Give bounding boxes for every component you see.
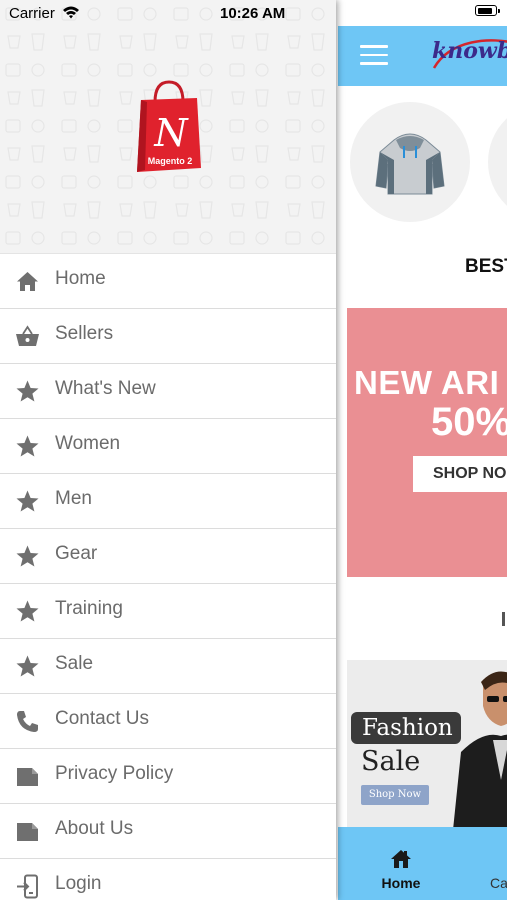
star-icon <box>16 655 39 677</box>
menu-item-label: Women <box>55 433 121 454</box>
menu-item-label: Sellers <box>55 323 114 344</box>
menu-item-label: Login <box>55 873 102 894</box>
top-app-bar: knowb <box>338 26 507 86</box>
category-item-hoodie[interactable] <box>350 102 470 222</box>
menu-item-contact-us[interactable]: Contact Us <box>0 694 336 749</box>
phone-icon <box>17 711 38 732</box>
category-item-2[interactable] <box>488 102 507 222</box>
sale-title: Sale <box>361 746 421 777</box>
promo-discount: 50% <box>431 400 507 444</box>
fashion-tag: Fashion <box>351 712 461 744</box>
home-tab-icon[interactable] <box>389 847 413 871</box>
shopping-bag-logo: N Magento 2 <box>137 80 201 172</box>
menu-item-sale[interactable]: Sale <box>0 639 336 694</box>
menu-item-home[interactable]: Home <box>0 253 336 309</box>
menu-item-label: Sale <box>55 653 94 674</box>
menu-item-label: About Us <box>55 818 134 839</box>
carrier-label: Carrier <box>9 5 55 22</box>
menu-item-label: Men <box>55 488 92 509</box>
menu-item-login[interactable]: Login <box>0 859 336 900</box>
menu-item-privacy-policy[interactable]: Privacy Policy <box>0 749 336 804</box>
menu-item-men[interactable]: Men <box>0 474 336 529</box>
star-icon <box>16 600 39 622</box>
menu-item-gear[interactable]: Gear <box>0 529 336 584</box>
section-title: BEST <box>465 256 507 277</box>
menu-item-label: What's New <box>55 378 156 399</box>
menu-item-what-s-new[interactable]: What's New <box>0 364 336 419</box>
divider <box>502 612 505 626</box>
menu-item-label: Training <box>55 598 123 619</box>
home-icon <box>17 272 38 291</box>
page-icon <box>17 768 38 786</box>
model-image <box>453 671 507 830</box>
menu-item-training[interactable]: Training <box>0 584 336 639</box>
promo-headline: NEW ARI <box>354 364 500 401</box>
drawer-menu: Home Sellers What's New Women Men Gear Trainin… <box>0 253 336 900</box>
battery-indicator <box>475 5 500 16</box>
logo-letter: N <box>153 111 189 155</box>
star-icon <box>16 380 39 402</box>
bottom-tab-bar: Home Ca <box>338 827 507 900</box>
hamburger-menu-button[interactable] <box>360 45 388 67</box>
battery-icon <box>475 5 500 16</box>
brand-logo[interactable]: knowb <box>432 38 507 74</box>
logo-caption: Magento 2 <box>148 156 193 166</box>
menu-item-sellers[interactable]: Sellers <box>0 309 336 364</box>
tab-category[interactable]: Ca <box>490 875 507 891</box>
shop-now-button[interactable]: SHOP NO <box>413 456 507 492</box>
menu-item-label: Contact Us <box>55 708 149 729</box>
star-icon <box>16 435 39 457</box>
navigation-drawer: Carrier 10:26 AM N Magento 2 Home Sellers… <box>0 0 336 900</box>
menu-item-label: Gear <box>55 543 98 564</box>
star-icon <box>16 545 39 567</box>
wifi-icon <box>63 6 79 19</box>
menu-item-women[interactable]: Women <box>0 419 336 474</box>
fashion-sale-banner[interactable]: Fashion Sale Shop Now <box>347 660 507 830</box>
fashion-shop-now-button[interactable]: Shop Now <box>361 785 429 805</box>
drawer-header: Carrier 10:26 AM N Magento 2 <box>0 0 336 253</box>
menu-item-label: Home <box>55 268 106 289</box>
basket-icon <box>16 325 39 346</box>
tab-home[interactable]: Home <box>376 875 426 891</box>
status-time: 10:26 AM <box>220 5 286 22</box>
menu-item-about-us[interactable]: About Us <box>0 804 336 859</box>
promo-banner[interactable]: NEW ARI 50% SHOP NO <box>347 308 507 577</box>
star-icon <box>16 490 39 512</box>
login-icon <box>17 874 38 899</box>
page-icon <box>17 823 38 841</box>
menu-item-label: Privacy Policy <box>55 763 174 784</box>
main-content: knowb BEST NEW ARI 50% SHOP NO Fashion <box>338 0 507 900</box>
hoodie-icon <box>375 133 445 195</box>
